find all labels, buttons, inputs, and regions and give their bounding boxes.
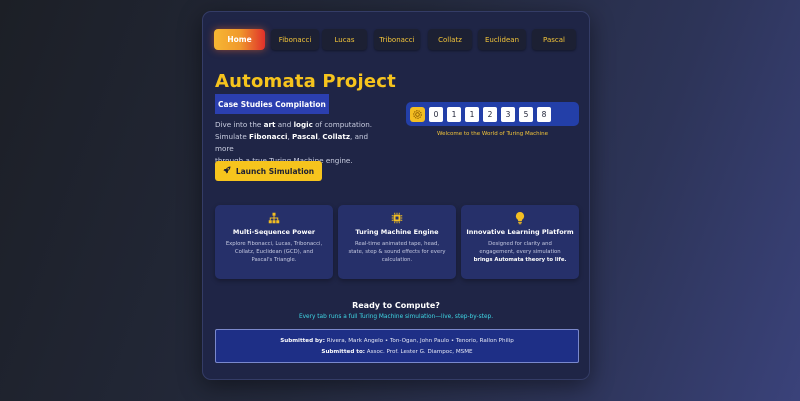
- tape-cell: 3: [501, 106, 515, 122]
- submitted-by-line: Submitted by: Rivera, Mark Angelo • Ton-…: [280, 338, 514, 344]
- turing-tape: 0 1 1 2 3 5 8: [406, 102, 579, 126]
- gear-icon: [410, 106, 425, 122]
- hero-description: Dive into the art and logic of computati…: [215, 120, 373, 165]
- microchip-icon: [338, 210, 456, 226]
- lightbulb-icon: [461, 210, 579, 226]
- main-card: Home Fibonacci Lucas Tribonacci Collatz …: [202, 11, 590, 380]
- submitted-to-line: Submitted to: Assoc. Prof. Lester G. Dia…: [321, 349, 473, 355]
- feature-title: Turing Machine Engine: [355, 228, 439, 236]
- feature-text: Explore Fibonacci, Lucas, Tribonacci, Co…: [225, 241, 323, 263]
- subtitle-badge: Case Studies Compilation: [215, 94, 329, 114]
- rocket-icon: [223, 166, 231, 176]
- feature-text: Real-time animated tape, head, state, st…: [348, 241, 446, 263]
- nav-lucas-button[interactable]: Lucas: [322, 29, 367, 50]
- credits-box: Submitted by: Rivera, Mark Angelo • Ton-…: [215, 329, 579, 363]
- tape-cell: 2: [483, 106, 497, 122]
- feature-title: Multi-Sequence Power: [232, 228, 316, 236]
- sitemap-icon: [215, 210, 333, 226]
- ready-heading: Ready to Compute?: [352, 301, 440, 310]
- nav-fibonacci-button[interactable]: Fibonacci: [271, 29, 319, 50]
- nav-pascal-button[interactable]: Pascal: [532, 29, 576, 50]
- feature-card-multi-sequence: Multi-Sequence Power Explore Fibonacci, …: [215, 205, 333, 279]
- launch-simulation-button[interactable]: Launch Simulation: [215, 161, 322, 181]
- tape-cell: 8: [537, 106, 551, 122]
- feature-title: Innovative Learning Platform: [466, 228, 574, 236]
- tape-cell: 0: [429, 106, 443, 122]
- feature-text: Designed for clarity and engagement, eve…: [473, 241, 567, 263]
- tape-cell: 1: [447, 106, 461, 122]
- nav-tribonacci-button[interactable]: Tribonacci: [374, 29, 420, 50]
- feature-card-turing-engine: Turing Machine Engine Real-time animated…: [338, 205, 456, 279]
- tape-caption: Welcome to the World of Turing Machine: [436, 131, 549, 137]
- nav-home-button[interactable]: Home: [214, 29, 265, 50]
- tape-cell: 5: [519, 106, 533, 122]
- top-nav: Home Fibonacci Lucas Tribonacci Collatz …: [214, 29, 580, 51]
- feature-card-learning-platform: Innovative Learning Platform Designed fo…: [461, 205, 579, 279]
- nav-collatz-button[interactable]: Collatz: [428, 29, 472, 50]
- page-title: Automata Project: [215, 71, 396, 92]
- ready-subtitle: Every tab runs a full Turing Machine sim…: [298, 314, 494, 320]
- launch-label: Launch Simulation: [235, 166, 315, 176]
- nav-euclidean-button[interactable]: Euclidean: [478, 29, 526, 50]
- tape-cell: 1: [465, 106, 479, 122]
